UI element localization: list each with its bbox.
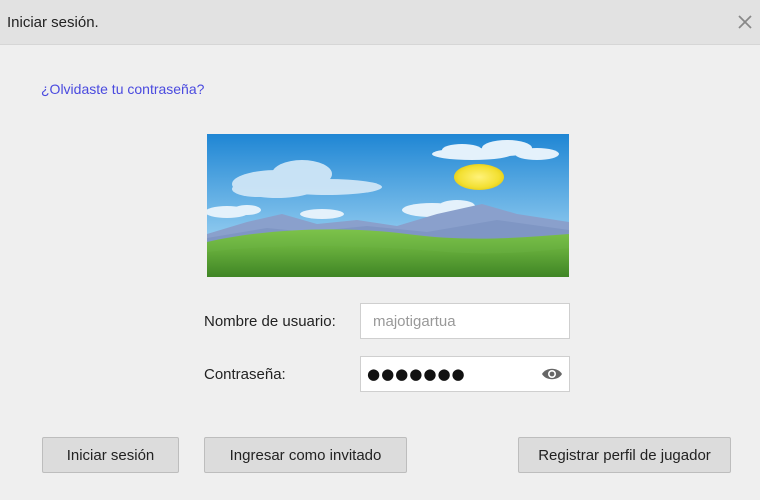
password-label: Contraseña: [204,366,286,383]
landscape-banner [207,134,569,277]
password-masked-value[interactable]: ●●●●●●● [367,365,466,383]
close-icon[interactable] [736,13,754,31]
login-button[interactable]: Iniciar sesión [42,437,179,473]
landscape-image [207,134,569,277]
username-label: Nombre de usuario: [204,313,336,330]
username-field[interactable] [360,303,570,339]
eye-icon[interactable] [541,366,563,382]
dialog-title: Iniciar sesión. [7,14,99,31]
guest-login-button[interactable]: Ingresar como invitado [204,437,407,473]
username-input[interactable] [361,304,569,338]
forgot-password-link[interactable]: ¿Olvidaste tu contraseña? [41,81,204,97]
password-field[interactable]: ●●●●●●● [360,356,570,392]
register-player-button[interactable]: Registrar perfil de jugador [518,437,731,473]
login-dialog: Iniciar sesión. ¿Olvidaste tu contraseña… [0,0,760,500]
title-bar: Iniciar sesión. [0,0,760,45]
